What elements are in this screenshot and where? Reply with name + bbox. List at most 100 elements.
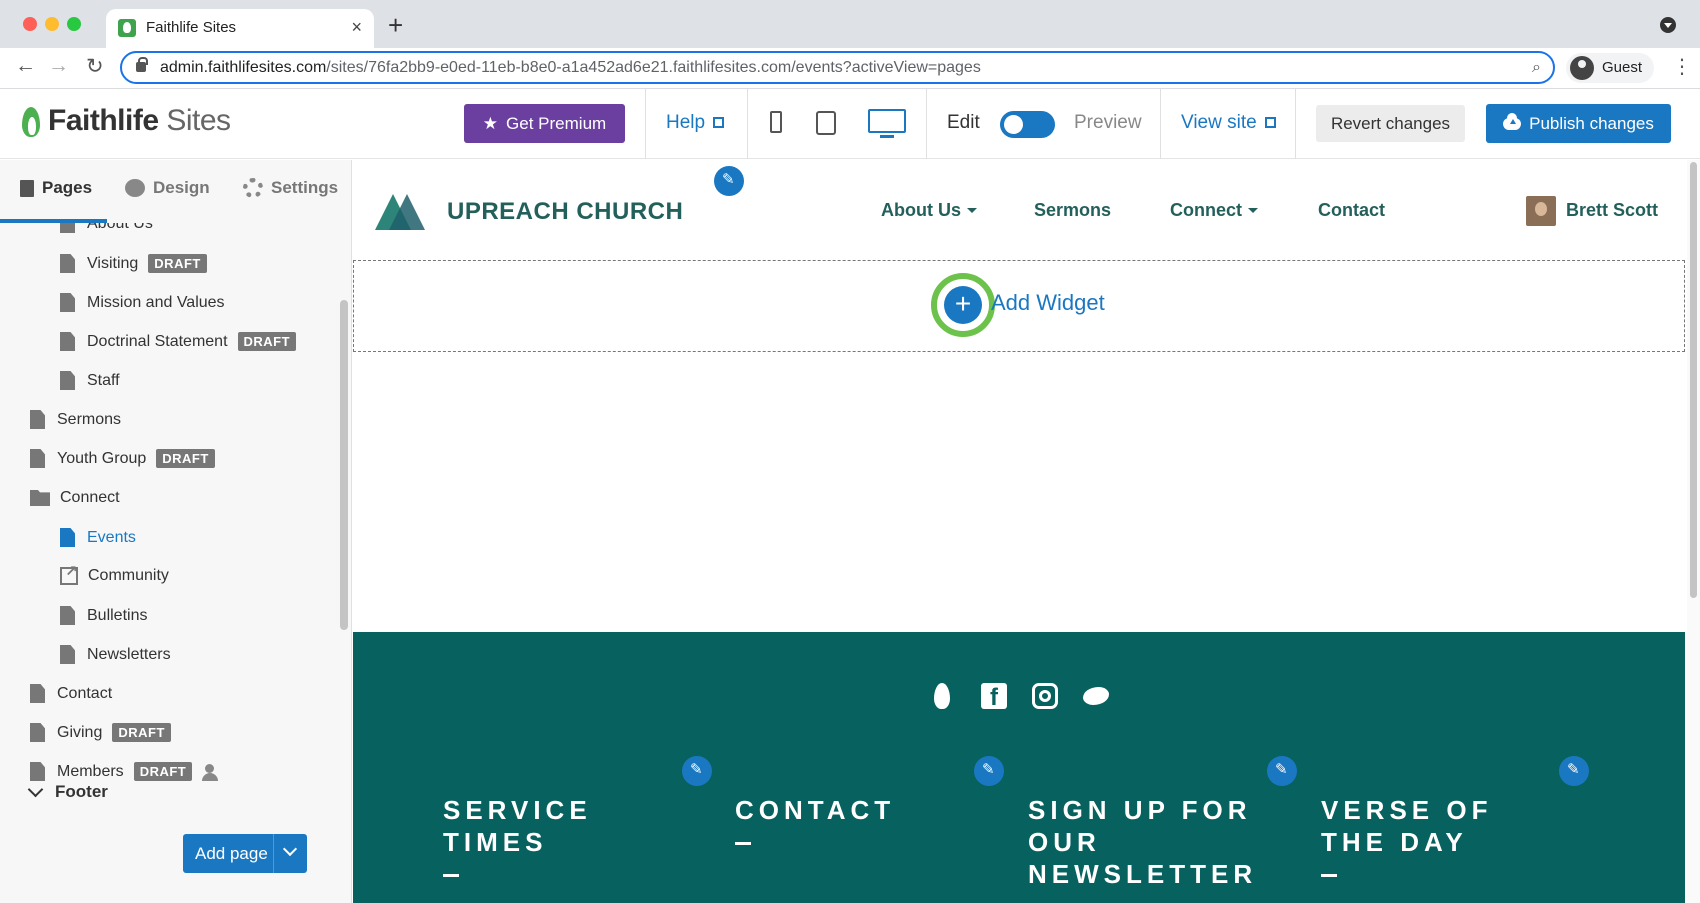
tablet-preview-icon[interactable] [816,111,836,135]
get-premium-button[interactable]: ★ Get Premium [464,104,625,143]
add-widget-label[interactable]: Add Widget [991,290,1105,316]
external-link-icon [60,562,78,585]
site-name[interactable]: UPREACH CHURCH [447,198,683,226]
page-staff[interactable]: Staff [60,371,120,390]
window-close-button[interactable] [23,17,37,31]
page-events[interactable]: Events [60,528,136,547]
external-link-icon [1264,117,1276,128]
site-nav-sermons[interactable]: Sermons [1034,200,1111,221]
toggle-knob [1004,115,1023,134]
tab-design[interactable]: Design [125,178,210,198]
address-bar[interactable]: admin.faithlifesites.com/sites/76fa2bb9-… [120,51,1555,84]
edit-header-pencil-icon[interactable] [714,166,744,196]
edit-footer-pencil-icon[interactable] [974,756,1004,786]
page-label: Sermons [57,410,122,428]
chevron-down-icon[interactable] [282,841,298,857]
widget-drop-zone[interactable]: + Add Widget [353,260,1685,352]
page-icon [30,449,45,468]
page-icon [60,528,75,547]
tab-design-label: Design [153,178,210,197]
footer-label: Footer [55,782,108,801]
page-label: Staff [87,371,120,389]
page-youth-group[interactable]: Youth Group DRAFT [30,449,215,468]
preview-scrollbar-thumb[interactable] [1690,162,1697,598]
zoom-icon[interactable]: ⌕ [1532,59,1541,77]
page-label: Youth Group [57,449,147,467]
site-nav-connect[interactable]: Connect [1170,200,1258,221]
guest-avatar-icon [1570,56,1594,80]
profile-button[interactable]: Guest [1566,53,1654,83]
page-icon [60,332,75,351]
faithlife-social-icon[interactable] [930,683,956,709]
user-name[interactable]: Brett Scott [1566,200,1658,221]
edit-preview-toggle[interactable] [1000,111,1055,138]
add-widget-plus-icon[interactable]: + [944,286,982,324]
footer-column-title: Contact [735,795,896,825]
back-icon[interactable]: ← [15,54,36,78]
facebook-icon[interactable] [981,683,1007,712]
church-logo-icon[interactable] [375,194,425,230]
tab-close-icon[interactable]: × [351,17,362,38]
twitter-icon[interactable] [1083,683,1109,709]
forward-icon[interactable]: → [48,54,69,78]
preview-label[interactable]: Preview [1074,112,1142,134]
instagram-icon[interactable] [1032,683,1058,709]
new-tab-button[interactable]: + [388,10,403,41]
lock-icon[interactable] [136,57,148,72]
edit-footer-pencil-icon[interactable] [682,756,712,786]
edit-footer-pencil-icon[interactable] [1267,756,1297,786]
revert-changes-button[interactable]: Revert changes [1316,105,1465,142]
page-members[interactable]: Members DRAFT [30,762,224,781]
site-preview: UPREACH CHURCH About Us Sermons Connect … [353,160,1685,903]
page-doctrinal-statement[interactable]: Doctrinal Statement DRAFT [60,332,297,351]
add-widget-highlight[interactable]: + [931,273,995,337]
tab-search-icon[interactable] [1660,17,1676,33]
sidebar-scrollbar[interactable] [340,300,348,630]
site-nav-about-us[interactable]: About Us [881,200,977,221]
members-only-icon [202,763,224,781]
window-maximize-button[interactable] [67,17,81,31]
browser-tab[interactable]: Faithlife Sites × [106,9,374,48]
tab-settings[interactable]: Settings [243,178,338,198]
faithlife-sites-logo[interactable]: Faithlife Sites [20,103,231,139]
pages-sidebar: Pages Design Settings About Us Visiting … [0,160,352,903]
window-minimize-button[interactable] [45,17,59,31]
page-bulletins[interactable]: Bulletins [60,606,147,625]
edit-footer-pencil-icon[interactable] [1559,756,1589,786]
link-community[interactable]: Community [60,562,169,585]
browser-menu-icon[interactable]: ⋮ [1672,54,1692,79]
view-site-link[interactable]: View site [1181,112,1276,134]
nav-label: Connect [1170,200,1242,220]
folder-connect[interactable]: Connect [30,489,120,507]
tab-pages[interactable]: Pages [20,178,92,198]
draft-badge: DRAFT [112,723,171,742]
footer-column-contact: Contact [735,794,965,845]
mobile-preview-icon[interactable] [770,111,782,133]
help-link[interactable]: Help [666,112,725,134]
site-nav-contact[interactable]: Contact [1318,200,1385,221]
reload-icon[interactable]: ↻ [86,54,104,79]
publish-changes-button[interactable]: Publish changes [1486,104,1671,143]
page-mission-and-values[interactable]: Mission and Values [60,293,225,312]
avatar[interactable] [1526,196,1556,226]
page-icon [30,684,45,703]
preview-scrollbar[interactable] [1687,160,1700,903]
page-contact[interactable]: Contact [30,684,112,703]
page-sermons[interactable]: Sermons [30,410,121,429]
url-text: admin.faithlifesites.com/sites/76fa2bb9-… [160,59,981,76]
page-label: Members [57,762,124,780]
page-giving[interactable]: Giving DRAFT [30,723,171,742]
footer-divider [1321,874,1337,877]
draft-badge: DRAFT [156,449,215,468]
page-newsletters[interactable]: Newsletters [60,645,171,664]
desktop-preview-icon[interactable] [868,109,906,138]
site-header: UPREACH CHURCH About Us Sermons Connect … [353,160,1685,260]
footer-section-toggle[interactable]: Footer [27,781,108,802]
publish-changes-label: Publish changes [1529,113,1654,133]
gear-icon [243,178,263,198]
caret-down-icon [1248,208,1258,213]
add-page-button[interactable]: Add page [183,834,307,873]
edit-label[interactable]: Edit [947,112,980,134]
page-visiting[interactable]: Visiting DRAFT [60,254,207,273]
draft-badge: DRAFT [237,332,297,351]
